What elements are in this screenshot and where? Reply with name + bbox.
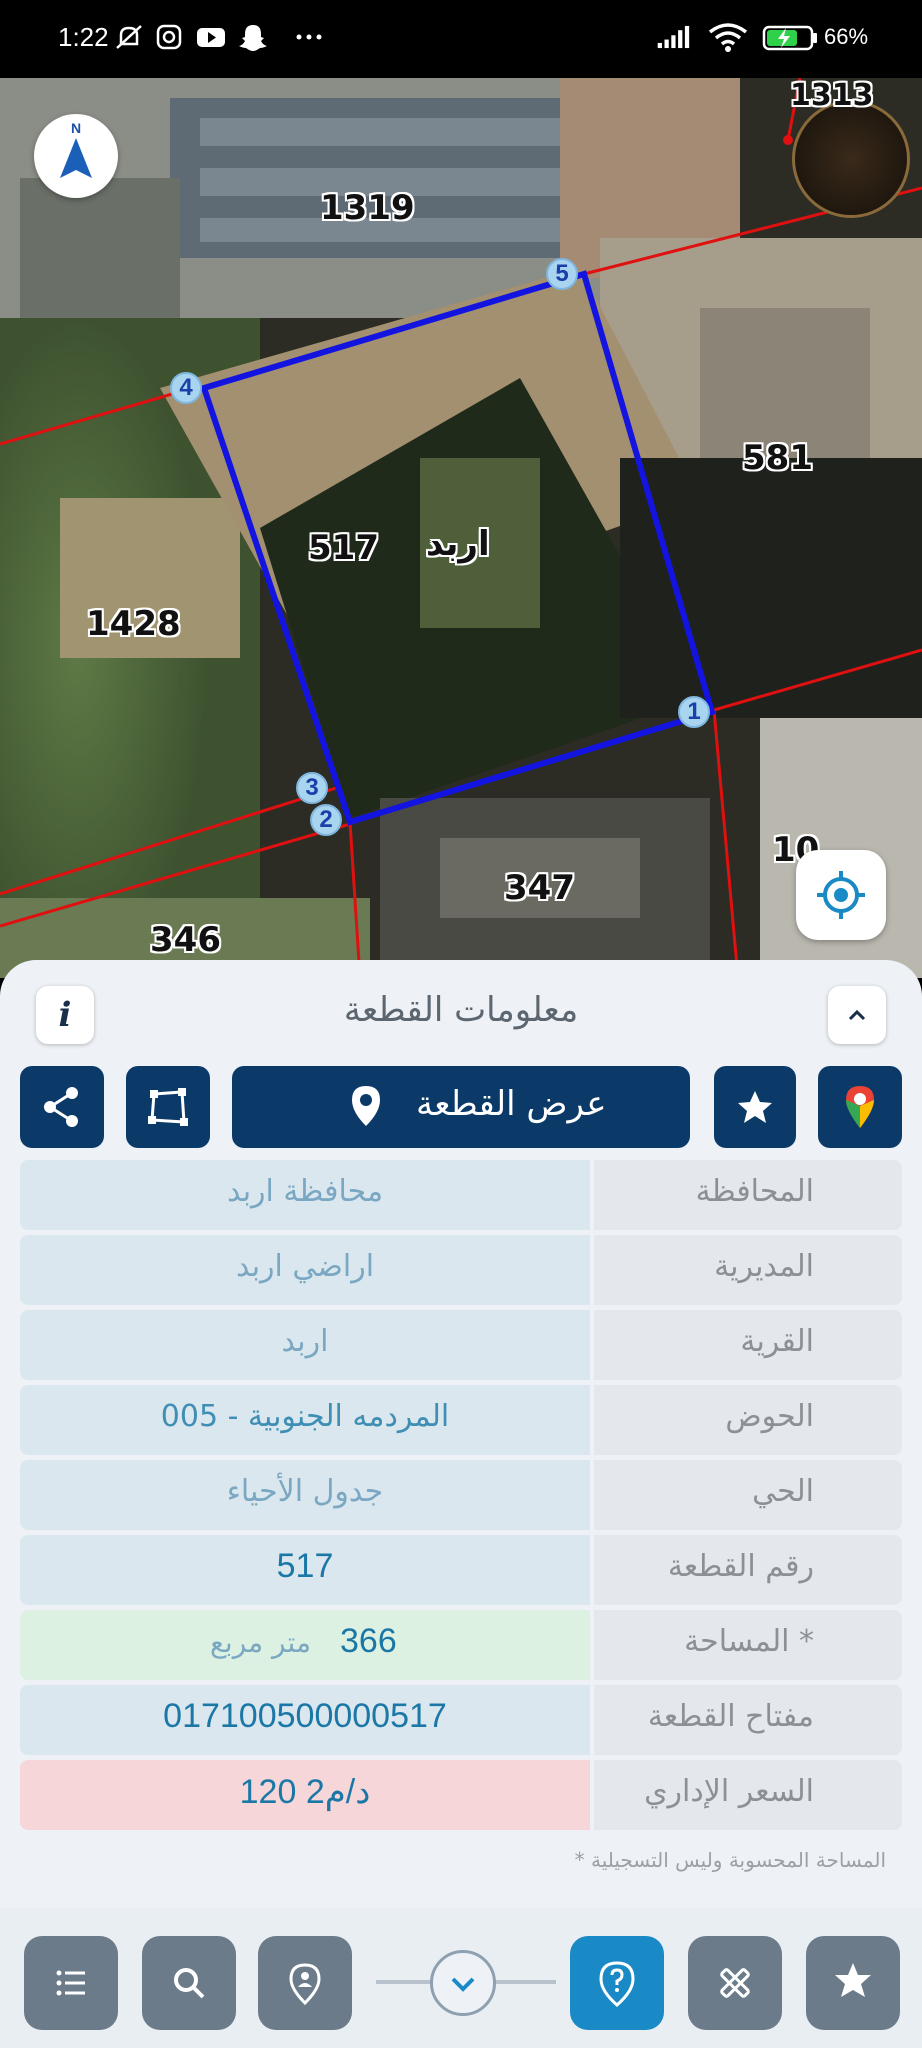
village-value: اربد (281, 1324, 329, 1359)
show-parcel-label: عرض القطعة (416, 1084, 607, 1124)
area-label: المساحة * (684, 1624, 814, 1659)
parcel-label: 581 (742, 438, 813, 478)
table-row: 120 د/م2 السعر الإداري (20, 1760, 902, 1830)
show-parcel-button[interactable]: عرض القطعة (232, 1066, 690, 1148)
gps-target-icon (817, 871, 865, 919)
chevron-down-icon (451, 1977, 475, 1992)
neighborhood-value: جدول الأحياء (226, 1474, 384, 1509)
wifi-icon (708, 23, 748, 52)
governorate-value: محافظة اربد (226, 1174, 384, 1209)
status-bar: 1:22 66% (0, 0, 922, 78)
snapchat-icon (239, 25, 267, 51)
expand-toolbar-button[interactable] (430, 1950, 496, 2016)
vertex-marker[interactable]: 2 (310, 804, 342, 836)
parcel-label: 1313 (790, 78, 874, 113)
google-maps-icon (846, 1086, 874, 1128)
table-row: اربد القرية (20, 1310, 902, 1380)
polygon-icon (148, 1088, 188, 1126)
draw-polygon-button[interactable] (126, 1066, 210, 1148)
basin-label: الحوض (725, 1399, 814, 1434)
area-unit: متر مربع (210, 1626, 311, 1659)
table-row: 517 رقم القطعة (20, 1535, 902, 1605)
village-label: اربد (426, 524, 490, 564)
area-footnote: * المساحة المحسوبة وليس التسجيلية (574, 1848, 886, 1872)
search-icon (174, 1968, 205, 1999)
google-maps-button[interactable] (818, 1066, 902, 1148)
battery-percent: 66% (824, 24, 869, 49)
person-pin-icon (289, 1963, 321, 2006)
instagram-icon (156, 24, 182, 50)
favorites-button[interactable] (806, 1936, 900, 2030)
chevron-up-icon (848, 1009, 866, 1021)
badge-star-icon (835, 1963, 871, 1997)
star-icon (738, 1091, 772, 1123)
muted-bell-icon (116, 25, 142, 49)
admin-price-label: السعر الإداري (644, 1774, 814, 1809)
youtube-icon (197, 28, 225, 47)
governorate-label: المحافظة (695, 1174, 814, 1209)
parcel-number-value: 517 (276, 1547, 334, 1585)
help-pin-icon (599, 1961, 635, 2007)
signal-icon (657, 25, 690, 49)
table-row: 017100500000517 مفتاح القطعة (20, 1685, 902, 1755)
table-row: محافظة اربد المحافظة (20, 1160, 902, 1230)
parcel-label: 1428 (86, 604, 181, 644)
my-location-button[interactable] (796, 850, 886, 940)
parcel-info-sheet: i معلومات القطعة عرض القطعة محافظة اربد … (0, 960, 922, 1920)
parcel-number-label: رقم القطعة (667, 1549, 814, 1584)
list-icon (56, 1970, 85, 1996)
compass-button[interactable]: N (34, 114, 118, 198)
table-row: اراضي اربد المديرية (20, 1235, 902, 1305)
directorate-value: اراضي اربد (235, 1249, 375, 1284)
parcel-info-tab-button[interactable] (570, 1936, 664, 2030)
tools-icon (720, 1968, 750, 1998)
share-icon (44, 1087, 78, 1127)
share-button[interactable] (20, 1066, 104, 1148)
parcel-label: 347 (504, 868, 575, 908)
table-row: جدول الأحياء الحي (20, 1460, 902, 1530)
parcel-label: 1319 (320, 188, 415, 228)
favorite-button[interactable] (714, 1066, 796, 1148)
status-time: 1:22 (58, 22, 109, 52)
table-row: 366 متر مربع المساحة * (20, 1610, 902, 1680)
village-label: القرية (740, 1324, 814, 1359)
collapse-button[interactable] (828, 986, 886, 1044)
parcel-label: 517 (308, 528, 379, 568)
vertex-marker[interactable]: 4 (170, 372, 202, 404)
basin-value: المردمه الجنوبية - 005 (160, 1399, 450, 1434)
admin-price-value: 120 د/م2 (239, 1773, 371, 1811)
app-logo-seal (792, 100, 910, 218)
vertex-marker[interactable]: 5 (546, 258, 578, 290)
person-location-button[interactable] (258, 1936, 352, 2030)
directorate-label: المديرية (714, 1249, 814, 1284)
more-icon (296, 34, 322, 40)
area-value: 366 (340, 1622, 397, 1660)
neighborhood-label: الحي (752, 1474, 814, 1509)
battery-icon (762, 25, 817, 51)
parcel-key-value: 017100500000517 (163, 1697, 447, 1735)
measure-tools-button[interactable] (688, 1936, 782, 2030)
sheet-title: معلومات القطعة (343, 990, 579, 1030)
satellite-map[interactable]: N 1319 581 517 اربد 1428 347 346 1313 10… (0, 78, 922, 978)
parcel-key-label: مفتاح القطعة (647, 1699, 814, 1734)
vertex-marker[interactable]: 3 (296, 772, 328, 804)
bottom-toolbar (0, 1908, 922, 2048)
vertex-marker[interactable]: 1 (678, 696, 710, 728)
parcel-label: 346 (150, 920, 221, 960)
search-button[interactable] (142, 1936, 236, 2030)
north-arrow-icon (60, 138, 92, 178)
menu-list-button[interactable] (24, 1936, 118, 2030)
location-pin-icon (352, 1086, 380, 1126)
table-row: المردمه الجنوبية - 005 الحوض (20, 1385, 902, 1455)
